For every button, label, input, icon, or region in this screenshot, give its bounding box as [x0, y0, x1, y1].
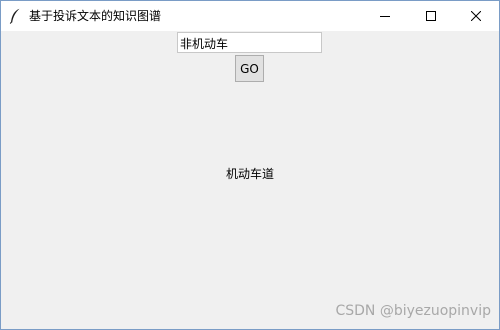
query-input[interactable] [177, 32, 322, 53]
window-client-area: GO 机动车道 CSDN @biyezuopinvip [1, 31, 499, 329]
minimize-icon [380, 16, 390, 17]
maximize-button[interactable] [408, 1, 454, 31]
close-button[interactable] [453, 1, 499, 31]
close-icon [471, 11, 481, 21]
maximize-icon [426, 11, 436, 21]
app-window: 基于投诉文本的知识图谱 GO 机动车道 CSDN @biyezuopinvip [0, 0, 500, 330]
window-title: 基于投诉文本的知识图谱 [29, 9, 162, 23]
result-label: 机动车道 [225, 167, 274, 181]
title-bar[interactable]: 基于投诉文本的知识图谱 [1, 1, 499, 31]
minimize-button[interactable] [362, 1, 408, 31]
feather-icon [9, 8, 21, 24]
watermark-text: CSDN @biyezuopinvip [335, 303, 491, 319]
go-button[interactable]: GO [235, 55, 264, 82]
